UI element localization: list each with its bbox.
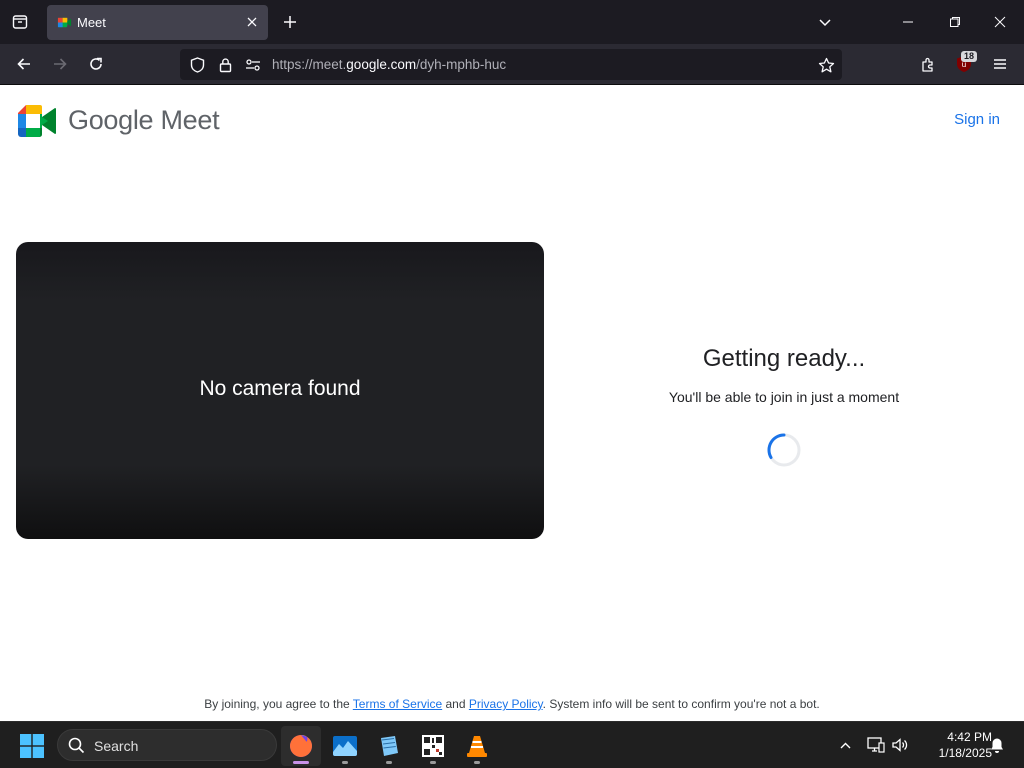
- browser-toolbar: https://meet.google.com/dyh-mphb-huc u: [0, 44, 1024, 85]
- new-tab-icon[interactable]: [276, 8, 304, 36]
- browser-tab-meet[interactable]: Meet: [47, 5, 268, 40]
- google-meet-logo-icon: [18, 105, 56, 137]
- reload-icon[interactable]: [82, 50, 110, 78]
- privacy-policy-link[interactable]: Privacy Policy: [469, 697, 543, 711]
- notification-bell-icon[interactable]: [987, 735, 1007, 755]
- taskbar-vlc[interactable]: [457, 726, 497, 766]
- status-title: Getting ready...: [702, 345, 866, 372]
- windows-start-icon[interactable]: [20, 734, 44, 758]
- search-icon: [68, 737, 85, 754]
- taskbar-clock[interactable]: 4:42 PM 1/18/2025: [918, 729, 992, 761]
- taskbar-qr-app[interactable]: [413, 726, 453, 766]
- taskbar-notepad[interactable]: [369, 726, 409, 766]
- restore-icon[interactable]: [941, 8, 969, 36]
- network-icon[interactable]: [866, 735, 886, 755]
- brand-title: Google Meet: [68, 105, 220, 135]
- qr-app-icon: [422, 735, 444, 757]
- volume-icon[interactable]: [890, 735, 910, 755]
- notepad-icon: [381, 736, 398, 756]
- meet-page: Google Meet Sign in No camera found Gett…: [0, 85, 1024, 721]
- forward-icon[interactable]: [46, 50, 74, 78]
- address-bar[interactable]: https://meet.google.com/dyh-mphb-huc: [180, 49, 842, 80]
- tab-list-icon[interactable]: [6, 8, 34, 36]
- bookmark-star-icon[interactable]: [816, 55, 836, 75]
- terms-notice: By joining, you agree to the Terms of Se…: [204, 697, 820, 711]
- status-subtitle: You'll be able to join in just a moment: [668, 389, 900, 405]
- browser-tab-bar: Meet: [0, 0, 1024, 44]
- firefox-icon: [290, 735, 312, 757]
- clock-time: 4:42 PM: [947, 730, 992, 744]
- menu-icon[interactable]: [986, 50, 1014, 78]
- close-window-icon[interactable]: [986, 8, 1014, 36]
- google-meet-icon: [57, 17, 72, 28]
- taskbar-search-box[interactable]: Search: [57, 729, 277, 761]
- clock-date: 1/18/2025: [938, 746, 992, 760]
- sign-in-link[interactable]: Sign in: [954, 111, 1000, 128]
- lock-icon[interactable]: [216, 56, 234, 74]
- vlc-icon: [467, 736, 487, 757]
- loading-spinner-icon: [767, 433, 801, 467]
- camera-status: No camera found: [199, 377, 361, 400]
- tab-title: Meet: [77, 15, 106, 30]
- chevron-down-icon[interactable]: [811, 8, 839, 36]
- camera-preview: No camera found: [16, 242, 544, 539]
- url-text[interactable]: https://meet.google.com/dyh-mphb-huc: [272, 57, 506, 72]
- taskbar-firefox[interactable]: [281, 726, 321, 766]
- chevron-up-icon[interactable]: [835, 735, 855, 755]
- back-icon[interactable]: [10, 50, 38, 78]
- windows-taskbar: Search 4:42 PM 1/18/2025: [0, 721, 1024, 768]
- taskbar-photos[interactable]: [325, 726, 365, 766]
- minimize-icon[interactable]: [894, 8, 922, 36]
- extensions-icon[interactable]: [914, 50, 942, 78]
- permissions-icon[interactable]: [244, 56, 262, 74]
- close-tab-icon[interactable]: [242, 12, 262, 32]
- terms-of-service-link[interactable]: Terms of Service: [353, 697, 442, 711]
- shield-icon[interactable]: [188, 56, 206, 74]
- extension-count-badge: 18: [961, 51, 978, 62]
- photos-icon: [333, 736, 357, 756]
- search-placeholder: Search: [94, 738, 139, 754]
